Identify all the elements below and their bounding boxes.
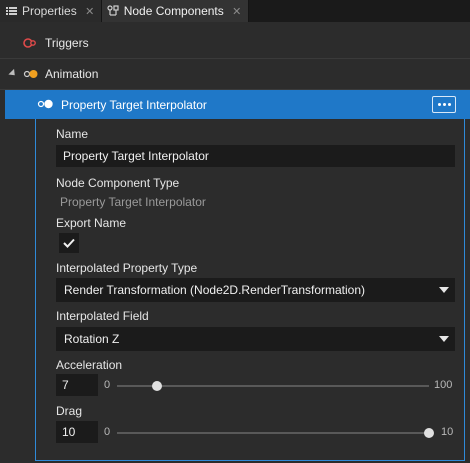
acceleration-max: 100 — [434, 379, 453, 391]
tab-label: Properties — [22, 4, 77, 18]
drag-slider-track[interactable] — [117, 432, 429, 434]
dropdown-value: Rotation Z — [64, 332, 120, 346]
component-type-label: Node Component Type — [56, 176, 180, 190]
interpolated-field-dropdown[interactable]: Rotation Z — [56, 327, 455, 351]
component-type-value: Property Target Interpolator — [60, 195, 206, 209]
expand-arrow-icon[interactable] — [8, 68, 18, 79]
animation-icon — [23, 68, 39, 80]
acceleration-label: Acceleration — [56, 358, 123, 372]
tree-item-animation[interactable]: Animation — [0, 59, 470, 89]
tree-item-label: Triggers — [45, 36, 89, 50]
tab-node-components[interactable]: Node Components ✕ — [101, 0, 249, 22]
drag-input[interactable]: 10 — [56, 421, 98, 443]
node-components-icon — [107, 5, 119, 17]
acceleration-input[interactable]: 7 — [56, 374, 98, 396]
close-icon[interactable]: ✕ — [232, 5, 242, 18]
node-components-panel: Triggers Animation Property Target Inter… — [0, 22, 470, 463]
acceleration-min: 0 — [104, 379, 111, 391]
export-name-checkbox[interactable] — [59, 233, 79, 253]
interpolator-icon — [37, 98, 55, 110]
drag-label: Drag — [56, 404, 83, 418]
drag-min: 0 — [104, 426, 111, 438]
acceleration-value: 7 — [62, 378, 69, 392]
tab-label: Node Components — [123, 4, 224, 18]
drag-value: 10 — [62, 425, 76, 439]
interpolated-property-type-label: Interpolated Property Type — [56, 261, 198, 275]
checkmark-icon — [63, 238, 75, 248]
tab-properties[interactable]: Properties ✕ — [0, 0, 102, 22]
acceleration-slider-thumb[interactable] — [151, 381, 162, 391]
tab-bar: Properties ✕ Node Components ✕ — [0, 0, 470, 22]
chevron-down-icon — [439, 287, 449, 293]
dot-icon — [442, 103, 446, 106]
interpolated-field-label: Interpolated Field — [56, 309, 149, 323]
export-name-label: Export Name — [56, 216, 127, 230]
chevron-down-icon — [439, 336, 449, 342]
more-options-button[interactable] — [432, 96, 456, 113]
tree-item-label: Property Target Interpolator — [61, 97, 207, 112]
drag-max: 10 — [441, 426, 454, 438]
dot-icon — [447, 103, 451, 106]
tree-item-property-target-interpolator[interactable]: Property Target Interpolator — [5, 90, 470, 119]
name-label: Name — [56, 127, 89, 141]
name-field-value: Property Target Interpolator — [63, 149, 209, 163]
list-icon — [5, 5, 17, 17]
name-field[interactable]: Property Target Interpolator — [56, 145, 455, 167]
dropdown-value: Render Transformation (Node2D.RenderTran… — [64, 283, 366, 297]
drag-slider-thumb[interactable] — [424, 428, 434, 438]
close-icon[interactable]: ✕ — [85, 5, 95, 18]
acceleration-slider-track[interactable] — [117, 385, 429, 387]
trigger-icon — [23, 37, 37, 49]
tree-item-label: Animation — [45, 67, 99, 81]
dot-icon — [437, 103, 441, 106]
interpolated-property-type-dropdown[interactable]: Render Transformation (Node2D.RenderTran… — [56, 278, 455, 302]
tree-item-triggers[interactable]: Triggers — [0, 28, 470, 58]
